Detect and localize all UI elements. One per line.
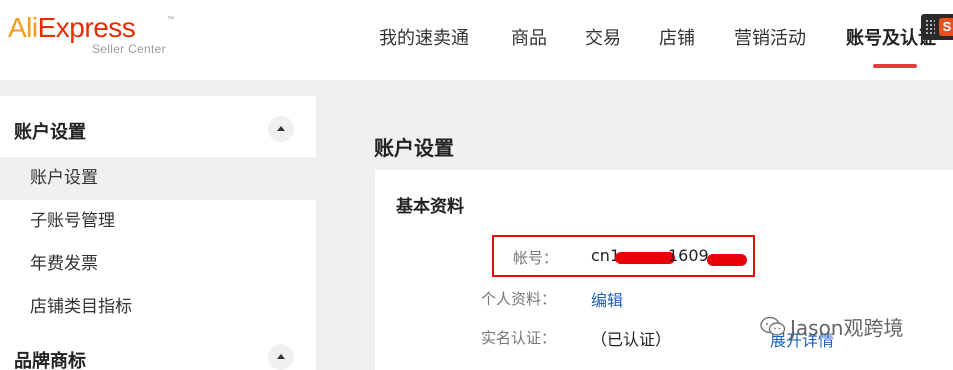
s-badge-icon: S bbox=[939, 18, 953, 36]
sidebar-group-brand-trademark[interactable]: 品牌商标 bbox=[14, 347, 86, 370]
edit-profile-link[interactable]: 编辑 bbox=[591, 287, 623, 311]
sidebar-group-account-settings[interactable]: 账户设置 bbox=[14, 118, 86, 144]
logo-trademark: ™ bbox=[167, 16, 174, 23]
page-title: 账户设置 bbox=[374, 136, 454, 160]
nav-marketing[interactable]: 营销活动 bbox=[734, 24, 806, 50]
nav-my-aliexpress[interactable]: 我的速卖通 bbox=[379, 24, 469, 50]
account-value-mid: 1609 bbox=[668, 246, 709, 265]
card-title: 基本资料 bbox=[396, 197, 464, 217]
sidebar-item-annual-fee-invoice[interactable]: 年费发票 bbox=[0, 243, 316, 286]
nav-products[interactable]: 商品 bbox=[511, 24, 547, 50]
account-label: 帐号： bbox=[513, 249, 559, 267]
active-nav-indicator bbox=[873, 64, 917, 68]
watermark-text: Jason观跨境 bbox=[790, 316, 904, 340]
collapse-arrow-icon[interactable] bbox=[268, 116, 294, 142]
watermark: Jason观跨境 bbox=[760, 312, 904, 343]
sidebar: 账户设置 账户设置 子账号管理 年费发票 店铺类目指标 品牌商标 bbox=[0, 96, 316, 370]
profile-label: 个人资料： bbox=[481, 290, 557, 308]
wechat-icon bbox=[760, 316, 786, 343]
logo-express: Express bbox=[37, 12, 136, 43]
redaction-mark bbox=[707, 254, 747, 266]
floating-widget[interactable]: S bbox=[921, 14, 953, 40]
logo-wordmark: AliExpress bbox=[8, 12, 136, 44]
nav-store[interactable]: 店铺 bbox=[659, 24, 695, 50]
sidebar-item-category-metrics[interactable]: 店铺类目指标 bbox=[0, 286, 316, 329]
drag-handle-icon[interactable] bbox=[925, 19, 935, 35]
redaction-mark bbox=[615, 252, 675, 264]
sidebar-item-account-settings[interactable]: 账户设置 bbox=[0, 157, 316, 200]
nav-transactions[interactable]: 交易 bbox=[585, 24, 621, 50]
logo-ali: Ali bbox=[8, 12, 38, 43]
aliexpress-logo[interactable]: AliExpress ™ Seller Center bbox=[8, 12, 178, 60]
sidebar-item-sub-accounts[interactable]: 子账号管理 bbox=[0, 200, 316, 243]
top-header: AliExpress ™ Seller Center 我的速卖通 商品 交易 店… bbox=[0, 0, 953, 80]
verification-status: （已认证） bbox=[591, 330, 672, 349]
collapse-arrow-icon[interactable] bbox=[268, 344, 294, 370]
logo-subtitle: Seller Center bbox=[92, 42, 166, 56]
verification-label: 实名认证： bbox=[481, 329, 557, 347]
